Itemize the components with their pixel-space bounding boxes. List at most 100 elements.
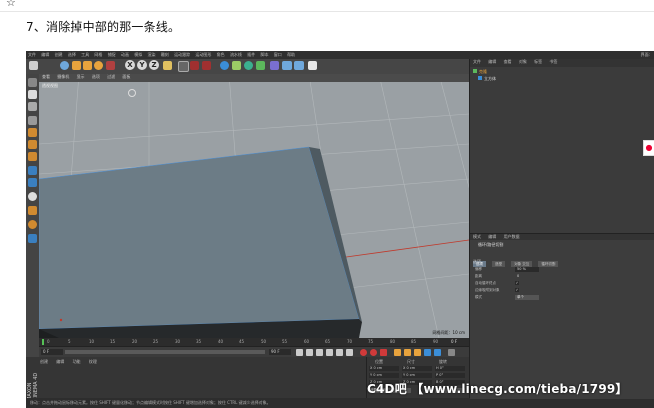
object-menu-item[interactable]: 标签 <box>534 59 542 64</box>
attr-menu-item[interactable]: 用户数据 <box>504 234 520 239</box>
snap-edge-checkbox[interactable]: ✓ <box>515 288 519 292</box>
next-key-icon[interactable] <box>336 349 343 356</box>
key-position-icon[interactable] <box>394 349 401 356</box>
planar-workplane-icon[interactable] <box>28 220 37 229</box>
undo-icon[interactable] <box>29 61 38 70</box>
menu-item[interactable]: 脚本 <box>261 52 269 58</box>
prev-key-icon[interactable] <box>306 349 313 356</box>
axis-z-button[interactable]: Z <box>149 60 159 70</box>
cube-icon[interactable] <box>220 61 229 70</box>
solo-icon[interactable] <box>28 234 37 243</box>
menu-item[interactable]: 帮助 <box>287 52 295 58</box>
menu-item[interactable]: 捕捉 <box>108 52 116 58</box>
menu-item[interactable]: 动画 <box>121 52 129 58</box>
key-rotation-icon[interactable] <box>414 349 421 356</box>
viewport-menu-item[interactable]: 显示 <box>77 74 85 79</box>
pos-y-field[interactable]: Y 0 cm <box>369 373 399 378</box>
menu-item[interactable]: 选择 <box>68 52 76 58</box>
end-frame-field[interactable]: 90 F <box>269 349 291 355</box>
material-menu-item[interactable]: 功能 <box>73 359 81 364</box>
menu-item[interactable]: 运动图形 <box>195 52 211 58</box>
pos-x-field[interactable]: X 0 cm <box>369 366 399 371</box>
viewport-menu-item[interactable]: 过滤 <box>107 74 115 79</box>
go-to-start-icon[interactable] <box>296 349 303 356</box>
recent-tool-icon[interactable] <box>106 61 115 70</box>
playhead[interactable] <box>42 339 44 345</box>
menu-item[interactable]: 创建 <box>55 52 63 58</box>
object-menu-item[interactable]: 书签 <box>549 59 557 64</box>
viewport-menu-item[interactable]: 面板 <box>122 74 130 79</box>
size-x-field[interactable]: X 0 cm <box>402 366 432 371</box>
menu-item[interactable]: 运动跟踪 <box>174 52 190 58</box>
viewport-menu-item[interactable]: 选项 <box>92 74 100 79</box>
edges-mode-icon[interactable] <box>28 140 37 149</box>
auto-key-icon[interactable] <box>370 349 377 356</box>
timeline-ruler[interactable]: 0 5 10 15 20 25 30 35 40 45 50 55 60 65 … <box>39 338 469 346</box>
timeline-menu-icon[interactable] <box>448 349 455 356</box>
preview-range-slider[interactable] <box>65 350 265 354</box>
axis-y-button[interactable]: Y <box>137 60 147 70</box>
make-editable-icon[interactable] <box>28 78 37 87</box>
subdivision-icon[interactable] <box>244 61 253 70</box>
axis-x-button[interactable]: X <box>125 60 135 70</box>
object-menu-item[interactable]: 文件 <box>473 59 481 64</box>
distance-value[interactable]: 0 <box>515 274 523 279</box>
scale-icon[interactable] <box>83 61 92 70</box>
light-icon[interactable] <box>308 61 317 70</box>
select-icon[interactable] <box>60 61 69 70</box>
mode-select[interactable]: 单个 <box>515 295 539 300</box>
side-feedback-tab[interactable]: ● <box>643 140 654 156</box>
menu-item[interactable]: 渲染 <box>148 52 156 58</box>
offset-field[interactable]: 50 % <box>515 267 539 272</box>
menu-item[interactable]: 插件 <box>247 52 255 58</box>
axis-mode-icon[interactable] <box>28 166 37 175</box>
menu-item[interactable]: 工具 <box>81 52 89 58</box>
menu-item[interactable]: 流水线 <box>230 52 242 58</box>
workplane-icon[interactable] <box>28 116 37 125</box>
viewport-menu-item[interactable]: 摄像机 <box>57 74 69 79</box>
polygons-mode-icon[interactable] <box>28 152 37 161</box>
tweak-mode-icon[interactable] <box>28 178 37 187</box>
star-icon[interactable]: ☆ <box>6 0 16 9</box>
menu-item[interactable]: 编辑 <box>41 52 49 58</box>
floor-icon[interactable] <box>282 61 292 70</box>
camera-icon[interactable] <box>294 61 304 70</box>
start-frame-field[interactable]: 0 F <box>41 349 63 355</box>
rot-p-field[interactable]: P 0° <box>435 373 465 378</box>
menu-item[interactable]: 文件 <box>28 52 36 58</box>
model-mode-icon[interactable] <box>28 90 37 99</box>
material-menu-item[interactable]: 纹理 <box>89 359 97 364</box>
key-param-icon[interactable] <box>424 349 431 356</box>
key-pla-icon[interactable] <box>434 349 441 356</box>
menu-item[interactable]: 网格 <box>94 52 102 58</box>
render-view-icon[interactable] <box>178 61 189 72</box>
play-icon[interactable] <box>326 349 333 356</box>
menu-item[interactable]: 雕刻 <box>161 52 169 58</box>
lock-workplane-icon[interactable] <box>28 206 37 215</box>
object-menu-item[interactable]: 查看 <box>504 59 512 64</box>
play-backward-icon[interactable] <box>316 349 323 356</box>
render-settings-icon[interactable] <box>202 61 211 70</box>
move-icon[interactable] <box>72 61 81 70</box>
snap-icon[interactable] <box>28 192 37 201</box>
go-to-end-icon[interactable] <box>346 349 353 356</box>
size-y-field[interactable]: Y 0 cm <box>402 373 432 378</box>
viewport[interactable]: 查看 摄像机 显示 选项 过滤 面板 透视视图 网格间距：10 cm <box>39 74 469 338</box>
coord-system-icon[interactable] <box>163 61 172 70</box>
material-menu-item[interactable]: 编辑 <box>56 359 64 364</box>
attr-menu-item[interactable]: 模式 <box>473 234 481 239</box>
render-picture-viewer-icon[interactable] <box>190 61 199 70</box>
key-scale-icon[interactable] <box>404 349 411 356</box>
object-row[interactable]: 克隆 <box>473 69 487 75</box>
material-menu-item[interactable]: 创建 <box>40 359 48 364</box>
cloner-icon[interactable] <box>256 61 265 70</box>
rot-h-field[interactable]: H 0° <box>435 366 465 371</box>
menu-item[interactable]: 窗口 <box>274 52 282 58</box>
pen-icon[interactable] <box>232 61 241 70</box>
attr-menu-item[interactable]: 编辑 <box>488 234 496 239</box>
viewport-menu-item[interactable]: 查看 <box>42 74 50 79</box>
texture-mode-icon[interactable] <box>28 102 37 111</box>
object-row[interactable]: 立方体 <box>478 76 496 82</box>
menu-item[interactable]: 模拟 <box>134 52 142 58</box>
object-menu-item[interactable]: 对象 <box>519 59 527 64</box>
